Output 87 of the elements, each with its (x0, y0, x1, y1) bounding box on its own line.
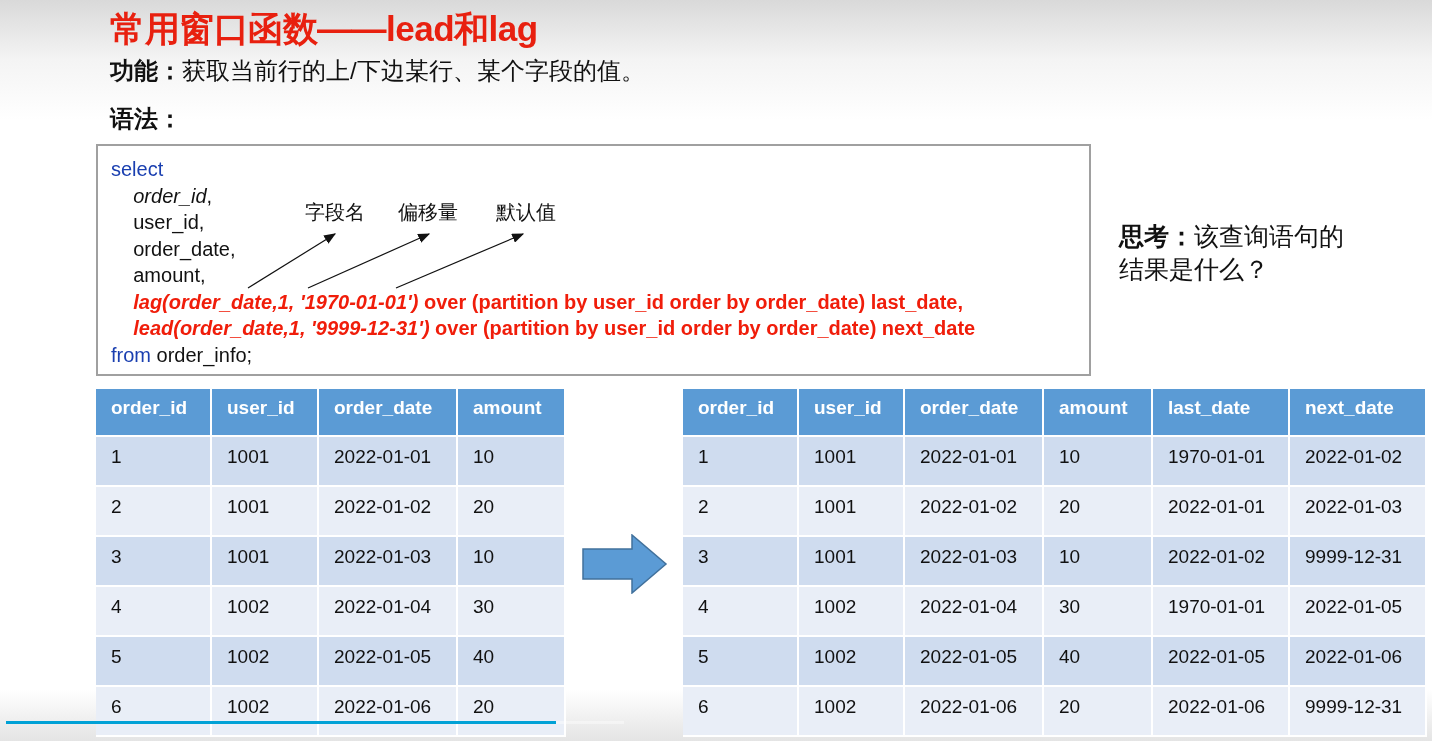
column-header: user_id (211, 389, 318, 436)
column-header: next_date (1289, 389, 1426, 436)
table-cell: 2022-01-04 (318, 586, 457, 636)
slide-title: 常用窗口函数——lead和lag (110, 8, 539, 50)
table-cell: 1 (96, 436, 211, 486)
table-cell: 1001 (211, 536, 318, 586)
column-header: user_id (798, 389, 904, 436)
code-line: amount, (132, 263, 206, 288)
table-cell: 1001 (798, 436, 904, 486)
table-cell: 2022-01-06 (904, 686, 1043, 736)
table-cell: 2022-01-01 (318, 436, 457, 486)
table-cell: 2022-01-05 (318, 636, 457, 686)
table-cell: 2022-01-05 (1289, 586, 1426, 636)
code-line: select (111, 157, 164, 182)
table-cell: 6 (683, 686, 798, 736)
table-cell: 1970-01-01 (1152, 436, 1289, 486)
question-text: 思考：该查询语句的结果是什么？ (1119, 221, 1345, 285)
function-text: 功能：获取当前行的上/下边某行、某个字段的值。 (110, 56, 646, 86)
table-cell: 5 (683, 636, 798, 686)
table-cell: 10 (1043, 436, 1152, 486)
table-cell: 2022-01-02 (1289, 436, 1426, 486)
table-cell: 2022-01-06 (318, 686, 457, 736)
table-cell: 20 (1043, 486, 1152, 536)
table-cell: 1002 (798, 686, 904, 736)
table-cell: 2022-01-06 (1289, 636, 1426, 686)
table-cell: 1002 (211, 586, 318, 636)
column-header: order_date (904, 389, 1043, 436)
code-line: lead(order_date,1, '9999-12-31') over (partition by user_id order by order_date) next_date (132, 316, 976, 341)
table-cell: 40 (457, 636, 565, 686)
syntax-label: 语法： (110, 104, 183, 134)
code-line: order_id, (132, 183, 213, 209)
table-cell: 1001 (211, 486, 318, 536)
table-cell: 3 (96, 536, 211, 586)
column-header: order_id (96, 389, 211, 436)
table-cell: 2022-01-02 (1152, 536, 1289, 586)
table-cell: 4 (96, 586, 211, 636)
column-header: last_date (1152, 389, 1289, 436)
table-cell: 30 (457, 586, 565, 636)
progress-bar[interactable] (6, 721, 624, 724)
table-cell: 2022-01-04 (904, 586, 1043, 636)
table-cell: 40 (1043, 636, 1152, 686)
table-cell: 4 (683, 586, 798, 636)
table-cell: 2022-01-01 (904, 436, 1043, 486)
code-line: order_date, (132, 236, 236, 262)
table-cell: 2022-01-05 (1152, 636, 1289, 686)
table-cell: 3 (683, 536, 798, 586)
table-cell: 9999-12-31 (1289, 536, 1426, 586)
table-cell: 10 (457, 536, 565, 586)
table-cell: 2022-01-05 (904, 636, 1043, 686)
table-cell: 10 (1043, 536, 1152, 586)
table-cell: 10 (457, 436, 565, 486)
table-cell: 5 (96, 636, 211, 686)
table-cell: 1002 (798, 636, 904, 686)
table-cell: 2022-01-01 (1152, 486, 1289, 536)
column-header: order_date (318, 389, 457, 436)
code-line: from order_info; (111, 342, 253, 368)
table-cell: 2022-01-03 (318, 536, 457, 586)
table-cell: 1002 (211, 636, 318, 686)
code-line: lag(order_date,1, '1970-01-01') over (partition by user_id order by order_date) last_date, (132, 289, 963, 315)
table-cell: 1002 (211, 686, 318, 736)
table-cell: 20 (457, 686, 565, 736)
table-cell: 20 (1043, 686, 1152, 736)
table-cell: 1001 (798, 536, 904, 586)
table-cell: 1001 (798, 486, 904, 536)
code-line: user_id, (132, 210, 205, 236)
table-cell: 2022-01-02 (318, 486, 457, 536)
table-cell: 1 (683, 436, 798, 486)
column-header: amount (1043, 389, 1152, 436)
annotation-label: 默认值 (496, 200, 556, 225)
annotation-label: 偏移量 (398, 200, 458, 225)
table-cell: 2022-01-06 (1152, 686, 1289, 736)
table-cell: 1970-01-01 (1152, 586, 1289, 636)
table-cell: 2022-01-03 (1289, 486, 1426, 536)
table-cell: 1001 (211, 436, 318, 486)
annotation-label: 字段名 (305, 200, 365, 225)
table-cell: 2022-01-03 (904, 536, 1043, 586)
table-cell: 9999-12-31 (1289, 686, 1426, 736)
right-arrow-icon (581, 534, 668, 594)
table-cell: 2 (683, 486, 798, 536)
column-header: amount (457, 389, 565, 436)
table-cell: 6 (96, 686, 211, 736)
column-header: order_id (683, 389, 798, 436)
table-cell: 20 (457, 486, 565, 536)
table-cell: 2022-01-02 (904, 486, 1043, 536)
table-cell: 30 (1043, 586, 1152, 636)
table-cell: 2 (96, 486, 211, 536)
table-cell: 1002 (798, 586, 904, 636)
